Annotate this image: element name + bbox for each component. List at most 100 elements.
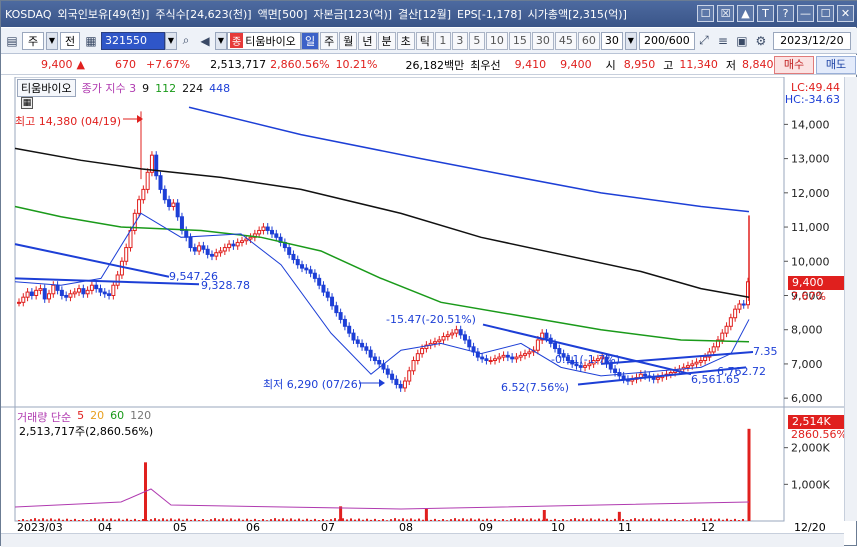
ma-title[interactable]: 종가 지수 3 [82, 80, 136, 96]
price-axis-label: 12,000 [791, 187, 830, 200]
sell-button[interactable]: 매도 [816, 56, 856, 74]
current-rate-tag: 7.67% [791, 290, 826, 303]
candle-body [484, 358, 489, 362]
candle-body [42, 288, 47, 300]
text-icon[interactable]: T [757, 5, 774, 22]
date-field[interactable]: 2023/12/20 [772, 31, 851, 50]
buy-button[interactable]: 매수 [774, 56, 814, 74]
help-icon[interactable]: ? [777, 5, 794, 22]
close-icon[interactable]: ✕ [837, 5, 854, 22]
candle-body [270, 229, 275, 235]
minimize-icon[interactable]: — [797, 5, 814, 22]
candle-body [728, 317, 733, 327]
candle-body [295, 259, 300, 266]
price-axis-label: 8,000 [791, 324, 823, 337]
minute-5[interactable]: 5 [468, 31, 485, 50]
price-axis-label: 13,000 [791, 153, 830, 166]
code-dropdown-icon[interactable]: ▼ [165, 31, 177, 50]
minute-10[interactable]: 10 [485, 31, 508, 50]
gear-icon[interactable]: ⚙ [752, 32, 770, 50]
candle-body [192, 247, 197, 252]
minute-3[interactable]: 3 [451, 31, 468, 50]
candle-body [334, 305, 339, 314]
volume-spike [617, 511, 621, 521]
minute-select[interactable]: 30 [600, 31, 623, 50]
price-change: 670 [114, 58, 136, 71]
candle-body [694, 361, 699, 365]
volume-rate: 2,860.56% [270, 58, 330, 71]
candle-body [205, 248, 210, 255]
candle-body [338, 312, 343, 320]
candle-body [141, 188, 146, 201]
grid-icon[interactable]: ▦ [82, 32, 100, 50]
candle-body [407, 370, 412, 382]
count-field[interactable]: 200/600 [638, 31, 695, 50]
candle-body [372, 356, 377, 362]
market-dropdown-icon[interactable]: ▼ [46, 31, 58, 50]
minute-dropdown-icon[interactable]: ▼ [624, 31, 637, 50]
candle-body [377, 360, 382, 365]
candle-body [175, 202, 180, 218]
title-marketcap: 시가총액[2,315(억)] [527, 8, 627, 21]
candle-body [111, 284, 116, 296]
candle-body [222, 247, 227, 252]
candle-body [201, 245, 206, 250]
sound-dropdown-icon[interactable]: ▼ [215, 31, 227, 50]
market-select[interactable]: 주 [22, 31, 44, 50]
expand-icon[interactable]: ⤢ [695, 32, 713, 50]
candle-body [441, 336, 446, 341]
ma-112[interactable]: 112 [155, 82, 176, 95]
ma-9[interactable]: 9 [142, 82, 149, 95]
candle-body [527, 351, 532, 355]
settings-list-icon[interactable]: ≡ [714, 32, 732, 50]
candle-body [467, 339, 472, 348]
candle-body [321, 284, 326, 293]
save-icon[interactable]: ▣ [733, 32, 751, 50]
horizontal-scrollbar[interactable] [1, 533, 844, 547]
trend-label-6: 7.35 [753, 345, 778, 358]
stock-badge: 종 [230, 33, 244, 48]
candle-body [214, 252, 219, 257]
period-week[interactable]: 주 [320, 31, 339, 50]
up-triangle-icon: ▲ [76, 58, 85, 71]
sound-icon[interactable]: ◀ [196, 32, 214, 50]
minute-15[interactable]: 15 [508, 31, 531, 50]
grid-toggle-icon[interactable]: ▦ [21, 97, 33, 109]
candle-body [287, 247, 292, 255]
candle-body [209, 253, 214, 257]
best-ask: 9,410 [514, 58, 547, 71]
ma-224[interactable]: 224 [182, 82, 203, 95]
minute-45[interactable]: 45 [554, 31, 577, 50]
period-second[interactable]: 초 [396, 31, 415, 50]
close-group-icon[interactable]: ☒ [717, 5, 734, 22]
period-year[interactable]: 년 [358, 31, 377, 50]
stock-code-input[interactable]: 321550 [101, 31, 165, 50]
trade-amount: 26,182백만 [405, 58, 465, 72]
minute-60[interactable]: 60 [577, 31, 600, 50]
ma-448[interactable]: 448 [209, 82, 230, 95]
candle-body [265, 226, 270, 231]
vertical-scrollbar[interactable] [844, 77, 857, 521]
candle-body [227, 243, 232, 249]
minute-30[interactable]: 30 [531, 31, 554, 50]
list-icon[interactable]: ▤ [3, 32, 21, 50]
current-price: 9,400 [41, 58, 73, 71]
candle-body [312, 272, 317, 279]
period-day[interactable]: 일 [301, 31, 320, 50]
search-icon[interactable]: ⌕ [177, 32, 195, 50]
title-bar: KOSDAQ 외국인보유[49(천)] 주식수[24,623(천)] 액면[50… [1, 1, 857, 27]
up-arrow-icon[interactable]: ▲ [737, 5, 754, 22]
candle-body [231, 243, 236, 247]
candle-body [261, 226, 266, 231]
minute-1[interactable]: 1 [434, 31, 451, 50]
period-month[interactable]: 월 [339, 31, 358, 50]
candle-body [544, 332, 549, 339]
maximize-icon[interactable]: ☐ [817, 5, 834, 22]
restore-icon[interactable]: ☐ [697, 5, 714, 22]
chart-stock-name[interactable]: 티움바이오 [17, 79, 76, 97]
volume-spike [424, 508, 428, 521]
type-select[interactable]: 전 [60, 31, 80, 50]
period-tick[interactable]: 틱 [415, 31, 434, 50]
candle-body [325, 291, 330, 298]
period-minute[interactable]: 분 [377, 31, 396, 50]
